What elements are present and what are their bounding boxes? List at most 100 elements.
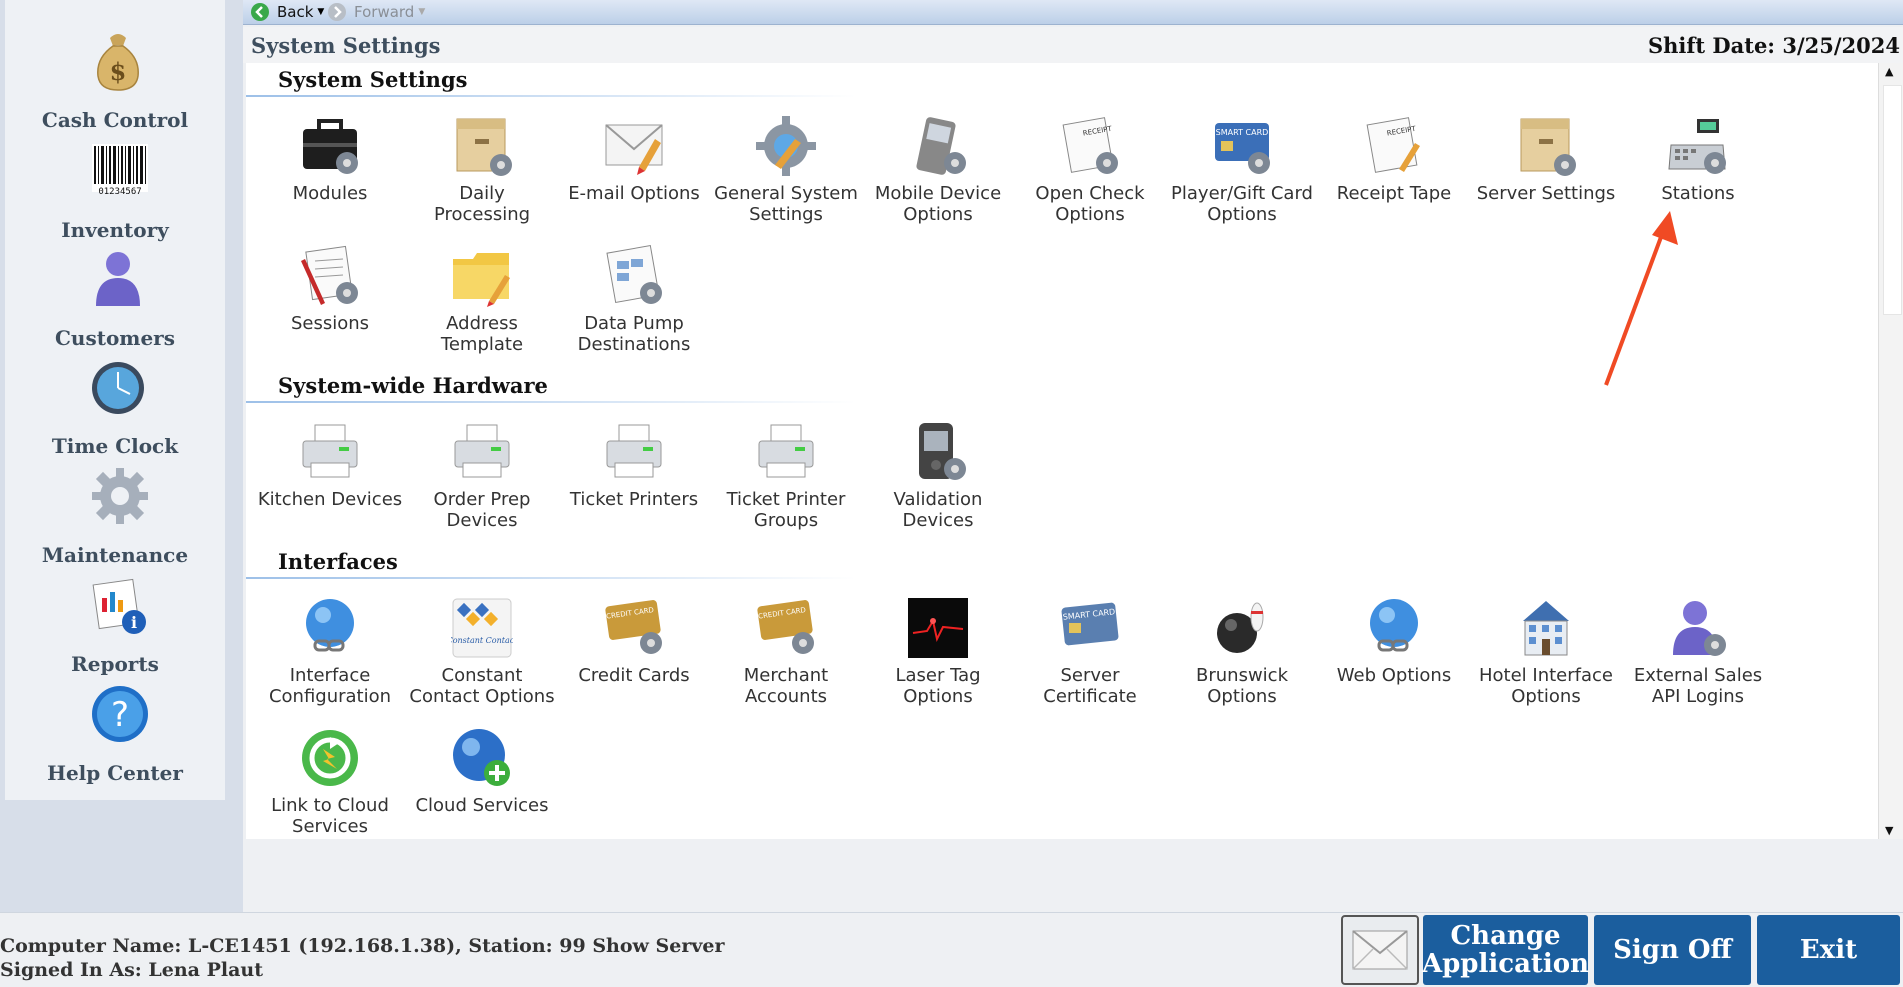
sign-off-button[interactable]: Sign Off: [1594, 915, 1751, 985]
tile-validation-devices[interactable]: Validation Devices: [863, 421, 1013, 531]
tile-label: Order Prep: [433, 489, 531, 510]
tile-label: Mobile Device: [874, 183, 1002, 204]
tile-receipt-tape[interactable]: RECEIPT Receipt Tape: [1319, 115, 1469, 204]
back-arrow-icon: [251, 3, 269, 21]
forward-arrow-icon: [328, 3, 346, 21]
tile-hotel-interface-options[interactable]: Hotel Interface Options: [1471, 597, 1621, 707]
tile-address-template[interactable]: Address Template: [407, 245, 557, 355]
section-divider: [246, 401, 856, 403]
tile-player-gift-card-options[interactable]: SMART CARD Player/Gift Card Options: [1167, 115, 1317, 225]
mobile-phone-icon: [907, 115, 969, 177]
section-system-settings: System Settings: [246, 63, 856, 97]
reports-icon[interactable]: i: [90, 576, 146, 634]
scroll-up-icon[interactable]: ▲: [1885, 65, 1893, 78]
tile-credit-cards[interactable]: CREDIT CARD Credit Cards: [559, 597, 709, 686]
server-box-icon: [1515, 115, 1577, 177]
tile-label-line2: Devices: [446, 510, 518, 531]
money-bag-icon[interactable]: $: [90, 28, 146, 91]
button-label: Exit: [1799, 935, 1858, 965]
sidebar-item-customers[interactable]: Customers: [5, 326, 225, 350]
svg-text:SMART CARD: SMART CARD: [1216, 128, 1269, 137]
tile-label-line2: Settings: [749, 204, 823, 225]
sessions-sheet-icon: [299, 245, 361, 307]
tile-server-certificate[interactable]: SMART CARD Server Certificate: [1015, 597, 1165, 707]
sidebar-item-help-center[interactable]: Help Center: [5, 761, 225, 785]
tile-label-line2: Options: [1207, 686, 1277, 707]
tile-stations[interactable]: Stations: [1623, 115, 1773, 204]
tile-label: External Sales: [1633, 665, 1763, 686]
tile-label-line2: Options: [1055, 204, 1125, 225]
status-bar: Computer Name: L-CE1451 (192.168.1.38), …: [0, 912, 1903, 987]
globe-link-icon: [1363, 597, 1425, 659]
section-divider: [246, 95, 856, 97]
tile-label: Hotel Interface: [1479, 665, 1613, 686]
tile-web-options[interactable]: Web Options: [1319, 597, 1469, 686]
shift-date: Shift Date: 3/25/2024: [1647, 33, 1900, 58]
tile-constant-contact-options[interactable]: Constant Contact ConstantContact Options: [407, 597, 557, 707]
forward-dropdown-icon[interactable]: ▼: [418, 7, 425, 17]
tile-server-settings[interactable]: Server Settings: [1471, 115, 1621, 204]
tile-label-line2: Accounts: [744, 686, 828, 707]
scroll-down-icon[interactable]: ▼: [1885, 824, 1893, 837]
sidebar-item-time-clock[interactable]: Time Clock: [5, 434, 225, 458]
tile-brunswick-options[interactable]: Brunswick Options: [1167, 597, 1317, 707]
tile-email-options[interactable]: E-mail Options: [559, 115, 709, 204]
tile-order-prep-devices[interactable]: Order Prep Devices: [407, 421, 557, 531]
tile-link-to-cloud-services[interactable]: Link to Cloud Services: [255, 727, 405, 837]
handheld-device-icon: [907, 421, 969, 483]
tile-label: General System: [714, 183, 858, 204]
smart-card-icon: SMART CARD: [1211, 115, 1273, 177]
smart-card-icon: SMART CARD: [1059, 597, 1121, 659]
tile-label-line2: Contact Options: [409, 686, 555, 707]
sidebar-item-reports[interactable]: Reports: [5, 652, 225, 676]
tile-ticket-printers[interactable]: Ticket Printers: [559, 421, 709, 510]
tile-daily-processing[interactable]: Daily Processing: [407, 115, 557, 225]
sidebar-item-cash-control[interactable]: Cash Control: [5, 108, 225, 132]
tile-data-pump-destinations[interactable]: Data Pump Destinations: [559, 244, 709, 355]
back-dropdown-icon[interactable]: ▼: [317, 7, 324, 17]
tile-open-check-options[interactable]: RECEIPT Open Check Options: [1015, 115, 1165, 225]
tile-label: Daily: [459, 183, 505, 204]
button-label-line1: Change: [1450, 921, 1561, 951]
tile-kitchen-devices[interactable]: Kitchen Devices: [255, 421, 405, 510]
svg-text:01234567: 01234567: [98, 187, 141, 197]
barcode-icon[interactable]: 01234567: [90, 142, 148, 198]
data-sheet-icon: [603, 244, 665, 307]
gear-icon[interactable]: [90, 466, 148, 524]
vertical-scrollbar[interactable]: ▲ ▼: [1878, 63, 1903, 839]
sidebar-item-inventory[interactable]: Inventory: [5, 218, 225, 242]
change-application-button[interactable]: Change Application: [1422, 915, 1589, 985]
scroll-thumb[interactable]: [1883, 85, 1902, 315]
tile-laser-tag-options[interactable]: Laser Tag Options: [863, 597, 1013, 707]
tile-modules[interactable]: Modules: [255, 115, 405, 204]
tile-label-line2: Destinations: [577, 334, 691, 355]
sidebar-item-maintenance[interactable]: Maintenance: [5, 543, 225, 567]
tile-label-line2: Devices: [902, 510, 974, 531]
section-interfaces: Interfaces: [246, 545, 856, 579]
tile-cloud-services[interactable]: Cloud Services: [407, 727, 557, 816]
sync-icon: [299, 727, 361, 789]
mail-button[interactable]: [1341, 915, 1419, 985]
tile-ticket-printer-groups[interactable]: Ticket Printer Groups: [711, 421, 861, 531]
svg-text:?: ?: [111, 695, 129, 735]
forward-button[interactable]: Forward ▼: [328, 2, 425, 22]
tile-label: Stations: [1661, 183, 1735, 204]
tile-interface-configuration[interactable]: Interface Configuration: [255, 597, 405, 707]
tile-mobile-device-options[interactable]: Mobile Device Options: [863, 115, 1013, 225]
tile-sessions[interactable]: Sessions: [255, 245, 405, 334]
tile-label-line2: Options: [1511, 686, 1581, 707]
back-button[interactable]: Back ▼: [251, 2, 324, 22]
tile-label-line2: Options: [903, 686, 973, 707]
sidebar: $ Cash Control 01234567 Inventory Custom…: [5, 0, 225, 800]
page-title: System Settings: [251, 33, 441, 58]
tile-label-line2: Certificate: [1043, 686, 1137, 707]
settings-gear-icon: [755, 115, 817, 177]
clock-icon[interactable]: [90, 360, 146, 416]
help-icon[interactable]: ?: [90, 684, 148, 742]
section-system-wide-hardware: System-wide Hardware: [246, 369, 856, 403]
tile-external-sales-api-logins[interactable]: External Sales API Logins: [1623, 597, 1773, 707]
exit-button[interactable]: Exit: [1757, 915, 1900, 985]
tile-general-system-settings[interactable]: General System Settings: [711, 115, 861, 225]
tile-merchant-accounts[interactable]: CREDIT CARD Merchant Accounts: [711, 597, 861, 707]
person-icon[interactable]: [90, 248, 146, 306]
